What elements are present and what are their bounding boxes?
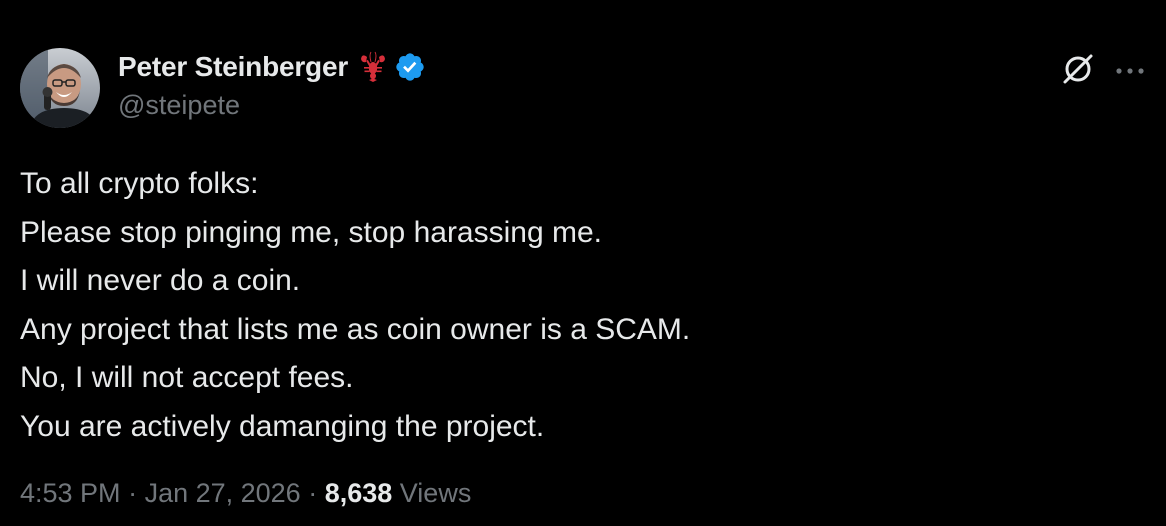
tweet-line: No, I will not accept fees. [20, 361, 354, 394]
author-handle[interactable]: @steipete [118, 90, 240, 121]
author-name-row: Peter Steinberger [118, 49, 426, 85]
tweet-meta: 4:53 PM · Jan 27, 2026 · 8,638 Views [20, 478, 471, 509]
views-label: Views [392, 478, 472, 508]
tweet-line: Any project that lists me as coin owner … [20, 312, 691, 346]
avatar-image [20, 48, 100, 128]
tweet-time[interactable]: 4:53 PM [20, 478, 121, 508]
views-count: 8,638 [324, 478, 393, 508]
grok-icon [1060, 51, 1096, 92]
tweet-date[interactable]: Jan 27, 2026 [145, 478, 301, 508]
tweet-card: Peter Steinberger @steipete To all crypt… [0, 0, 1166, 526]
author-display-name[interactable]: Peter Steinberger [118, 51, 348, 83]
verified-badge-icon[interactable] [394, 51, 426, 83]
tweet-line: Please stop pinging me, stop harassing m… [20, 215, 602, 249]
lobster-icon [358, 51, 388, 83]
tweet-text: To all crypto folks: Please stop pinging… [20, 160, 1140, 451]
more-icon [1115, 62, 1145, 80]
meta-separator: · [300, 478, 325, 508]
tweet-line: I will never do a coin. [20, 264, 301, 297]
tweet-line: You are actively damanging the project. [20, 409, 545, 443]
meta-separator: · [120, 478, 145, 508]
avatar[interactable] [20, 48, 100, 128]
more-options-button[interactable] [1110, 51, 1150, 91]
tweet-line: To all crypto folks: [20, 167, 259, 200]
grok-button[interactable] [1058, 51, 1098, 91]
